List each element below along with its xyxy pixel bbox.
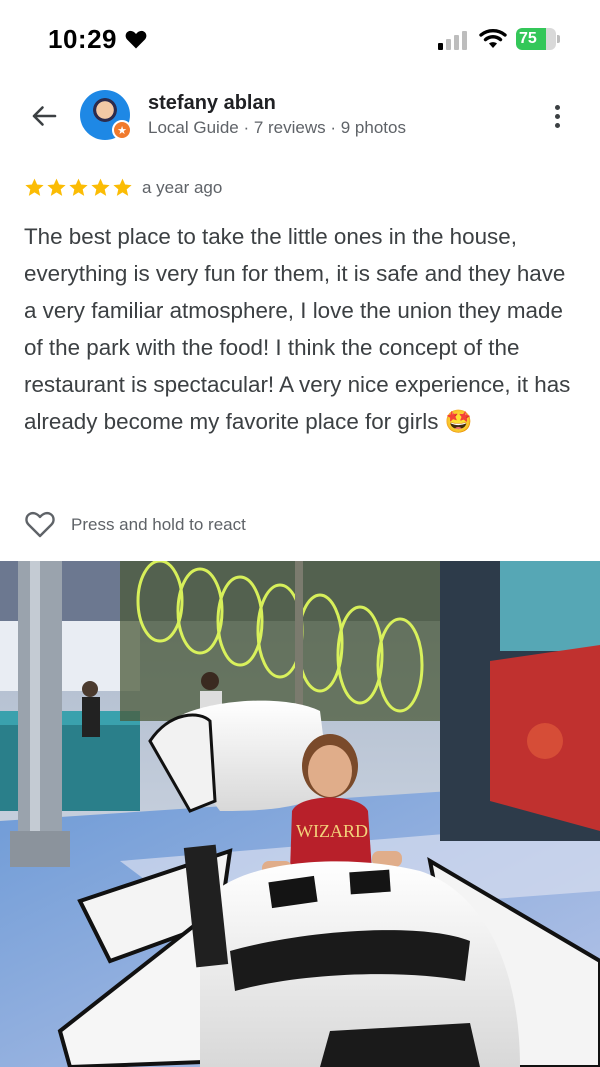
star-icon bbox=[69, 178, 88, 196]
avatar[interactable]: ★ bbox=[80, 90, 132, 140]
review-text: The best place to take the little ones i… bbox=[24, 224, 571, 434]
review-photo-image: WIZARD bbox=[0, 561, 600, 1067]
review-date: a year ago bbox=[142, 178, 223, 197]
more-vertical-icon-dot bbox=[554, 122, 560, 128]
star-icon bbox=[25, 178, 44, 196]
battery-icon: 75 bbox=[516, 28, 560, 50]
back-button[interactable] bbox=[24, 96, 64, 136]
local-guide-badge-icon: ★ bbox=[112, 120, 132, 140]
battery-percentage: 75 bbox=[519, 30, 537, 47]
heart-outline-icon bbox=[25, 511, 55, 538]
battery-cap bbox=[557, 35, 560, 43]
heart-icon bbox=[125, 30, 147, 49]
arrow-left-icon bbox=[32, 106, 57, 126]
more-vertical-icon bbox=[554, 104, 560, 110]
battery-body: 75 bbox=[516, 28, 556, 50]
wifi-icon bbox=[479, 28, 507, 48]
status-time: 10:29 bbox=[48, 24, 117, 54]
signal-icon bbox=[438, 31, 467, 50]
review-photo[interactable]: WIZARD bbox=[0, 561, 600, 1067]
more-vertical-icon-dot bbox=[554, 113, 560, 119]
user-name[interactable]: stefany ablan bbox=[148, 92, 276, 115]
user-meta: Local Guide · 7 reviews · 9 photos bbox=[148, 118, 406, 137]
status-bar: 10:29 75 bbox=[0, 0, 600, 80]
shirt-text: WIZARD bbox=[296, 821, 368, 841]
star-rating bbox=[24, 177, 133, 199]
react-button[interactable]: Press and hold to react bbox=[24, 508, 246, 540]
star-icon bbox=[113, 178, 132, 196]
more-options-button[interactable] bbox=[540, 96, 574, 136]
star-icon bbox=[47, 178, 66, 196]
react-label: Press and hold to react bbox=[71, 515, 246, 534]
star-icon bbox=[91, 178, 110, 196]
